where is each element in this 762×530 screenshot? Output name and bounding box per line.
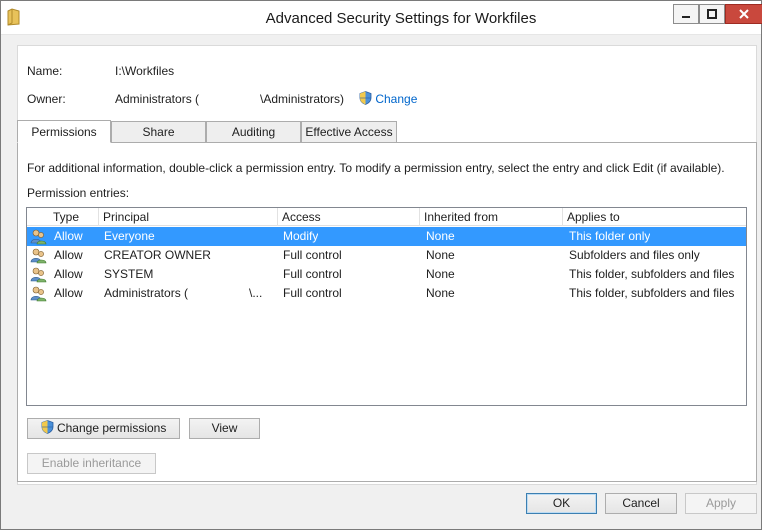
info-text: For additional information, double-click… bbox=[27, 161, 725, 175]
users-group-icon bbox=[30, 248, 47, 264]
cell-principal: CREATOR OWNER bbox=[104, 248, 211, 262]
cell-inherited-from: None bbox=[426, 267, 455, 281]
redacted-area bbox=[199, 92, 261, 104]
users-group-icon bbox=[30, 229, 47, 245]
permission-entries-list[interactable]: Type Principal Access Inherited from App… bbox=[26, 207, 747, 406]
cell-inherited-from: None bbox=[426, 229, 455, 243]
tab-auditing[interactable]: Auditing bbox=[206, 121, 301, 143]
minimize-button[interactable] bbox=[673, 4, 699, 24]
window-title: Advanced Security Settings for Workfiles bbox=[265, 10, 537, 27]
owner-label: Owner: bbox=[27, 92, 66, 106]
cell-access: Full control bbox=[283, 267, 342, 281]
owner-value: Administrators ( \Administrators) bbox=[115, 92, 344, 106]
tab-effective-access[interactable]: Effective Access bbox=[301, 121, 397, 143]
owner-change-label: Change bbox=[375, 92, 418, 106]
change-permissions-button[interactable]: Change permissions bbox=[27, 418, 180, 439]
table-row[interactable]: Allow SYSTEM Full control None This fold… bbox=[27, 265, 746, 284]
column-header-access[interactable]: Access bbox=[278, 208, 420, 226]
owner-value-suffix: \Administrators) bbox=[260, 92, 345, 106]
owner-change-link[interactable]: Change bbox=[359, 91, 417, 106]
list-header: Type Principal Access Inherited from App… bbox=[27, 208, 746, 226]
column-header-inherited-from[interactable]: Inherited from bbox=[420, 208, 563, 226]
security-settings-window: Advanced Security Settings for Workfiles… bbox=[0, 0, 762, 530]
cell-applies-to: This folder, subfolders and files bbox=[569, 267, 735, 281]
cell-access: Full control bbox=[283, 248, 342, 262]
cell-applies-to: Subfolders and files only bbox=[569, 248, 700, 262]
cell-applies-to: This folder, subfolders and files bbox=[569, 286, 735, 300]
permission-entries-label: Permission entries: bbox=[27, 186, 130, 200]
close-button[interactable] bbox=[725, 4, 762, 24]
ok-button[interactable]: OK bbox=[526, 493, 597, 514]
maximize-icon bbox=[707, 9, 717, 19]
apply-button[interactable]: Apply bbox=[685, 493, 757, 514]
column-header-applies-to[interactable]: Applies to bbox=[563, 208, 746, 226]
cell-inherited-from: None bbox=[426, 248, 455, 262]
name-label: Name: bbox=[27, 64, 63, 78]
cell-type: Allow bbox=[54, 286, 83, 300]
tab-permissions[interactable]: Permissions bbox=[17, 120, 111, 143]
uac-shield-icon bbox=[359, 91, 372, 105]
table-row[interactable]: Allow Everyone Modify None This folder o… bbox=[27, 227, 746, 246]
cell-access: Modify bbox=[283, 229, 319, 243]
title-bar[interactable]: Advanced Security Settings for Workfiles bbox=[1, 1, 762, 35]
table-row[interactable]: Allow Administrators ( \... Full control… bbox=[27, 284, 746, 303]
maximize-button[interactable] bbox=[699, 4, 725, 24]
close-icon bbox=[739, 9, 749, 19]
change-permissions-label: Change permissions bbox=[56, 421, 167, 435]
uac-shield-icon bbox=[41, 420, 54, 434]
tab-share[interactable]: Share bbox=[111, 121, 206, 143]
column-header-principal[interactable]: Principal bbox=[99, 208, 278, 226]
cell-type: Allow bbox=[54, 267, 83, 281]
cell-principal: SYSTEM bbox=[104, 267, 154, 281]
cell-principal: Everyone bbox=[104, 229, 155, 243]
owner-value-prefix: Administrators ( bbox=[115, 92, 200, 106]
column-header-type[interactable]: Type bbox=[49, 208, 99, 226]
permissions-panel: For additional information, double-click… bbox=[17, 142, 757, 482]
principal-prefix: Administrators ( bbox=[104, 286, 189, 300]
minimize-icon bbox=[682, 16, 690, 18]
cell-type: Allow bbox=[54, 229, 83, 243]
cell-type: Allow bbox=[54, 248, 83, 262]
name-value: I:\Workfiles bbox=[115, 64, 175, 78]
users-group-icon bbox=[30, 267, 47, 283]
table-row[interactable]: Allow CREATOR OWNER Full control None Su… bbox=[27, 246, 746, 265]
cancel-button[interactable]: Cancel bbox=[605, 493, 677, 514]
cell-applies-to: This folder only bbox=[569, 229, 651, 243]
users-group-icon bbox=[30, 286, 47, 302]
cell-inherited-from: None bbox=[426, 286, 455, 300]
cell-access: Full control bbox=[283, 286, 342, 300]
cell-principal: Administrators ( \... bbox=[104, 284, 274, 303]
principal-suffix: \... bbox=[249, 286, 263, 300]
enable-inheritance-button[interactable]: Enable inheritance bbox=[27, 453, 156, 474]
view-button[interactable]: View bbox=[189, 418, 260, 439]
